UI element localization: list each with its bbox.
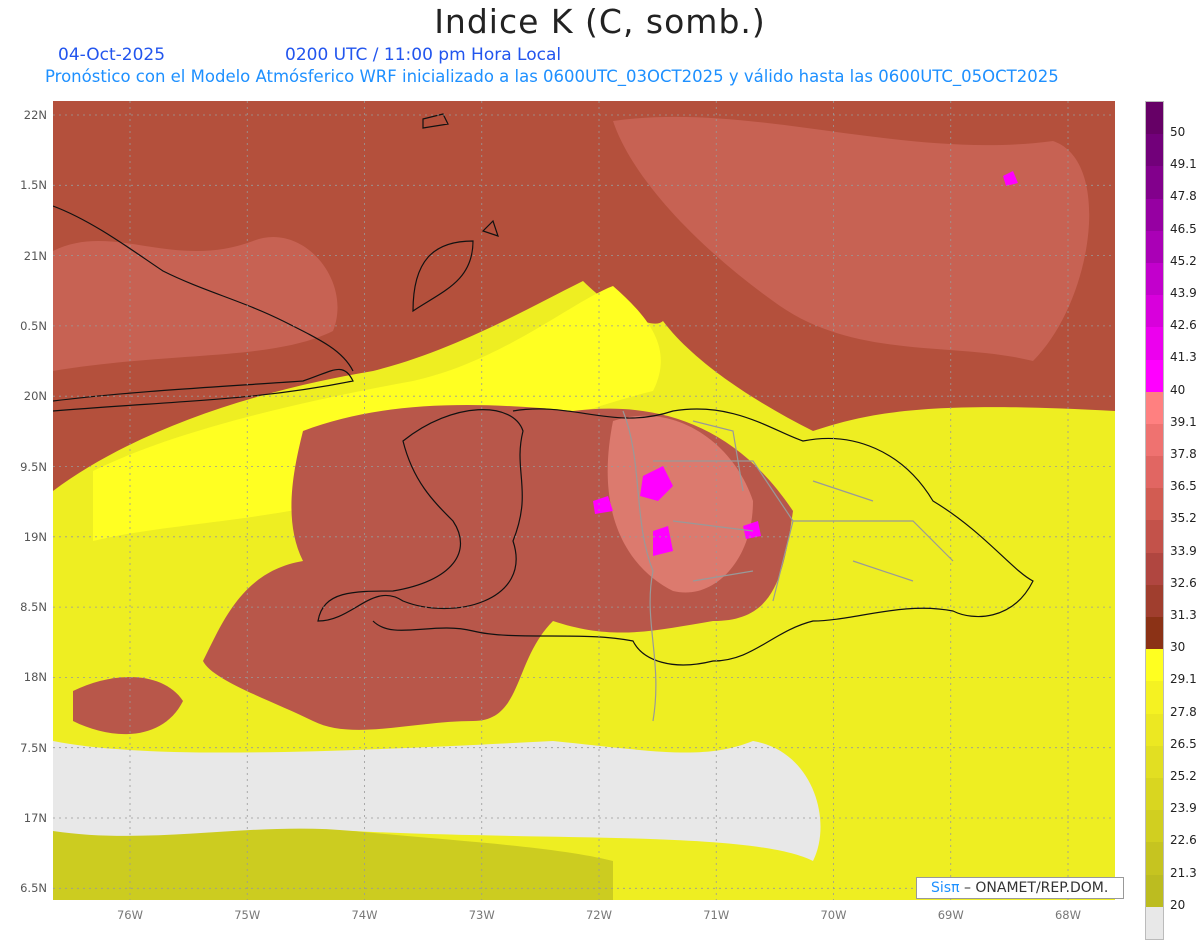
colorbar-bin xyxy=(1146,584,1163,617)
colorbar-bin xyxy=(1146,777,1163,811)
lat-tick-label: 21N xyxy=(23,248,47,263)
lat-tick-label: 20N xyxy=(23,389,47,404)
lat-tick-label: 1.5N xyxy=(20,178,47,193)
lon-tick-label: 71W xyxy=(703,908,730,922)
lon-tick-label: 76W xyxy=(116,908,143,922)
colorbar-label: 31.3 xyxy=(1170,608,1197,622)
colorbar-label: 39.1 xyxy=(1170,414,1197,429)
colorbar-label: 42.6 xyxy=(1170,318,1197,333)
colorbar-label: 27.8 xyxy=(1170,704,1197,719)
colorbar-label: 37.8 xyxy=(1170,447,1197,461)
colorbar-label: 43.9 xyxy=(1170,286,1197,300)
colorbar-bin xyxy=(1146,295,1163,328)
colorbar-label: 41.3 xyxy=(1170,350,1197,365)
colorbar-bin xyxy=(1146,327,1163,360)
lat-tick-label: 22N xyxy=(23,108,47,122)
colorbar-label: 35.2 xyxy=(1170,511,1197,526)
colorbar-bin xyxy=(1146,617,1163,650)
lon-tick-label: 68W xyxy=(1054,908,1081,922)
lon-tick-label: 73W xyxy=(468,908,495,922)
colorbar-bin xyxy=(1146,391,1163,424)
lat-tick-label: 19N xyxy=(23,529,47,544)
colorbar-bin xyxy=(1146,520,1163,553)
colorbar-bin xyxy=(1146,842,1163,875)
lon-tick-label: 70W xyxy=(820,908,847,922)
colorbar-label: 21.3 xyxy=(1170,865,1197,880)
lon-tick-label: 72W xyxy=(585,908,612,922)
forecast-time: 0200 UTC / 11:00 pm Hora Local xyxy=(285,45,562,65)
lat-tick-label: 17N xyxy=(23,811,47,825)
lat-tick-label: 7.5N xyxy=(20,740,47,755)
colorbar-bin xyxy=(1146,713,1163,746)
lat-tick-label: 8.5N xyxy=(20,600,47,615)
lat-tick-label: 6.5N xyxy=(20,881,47,896)
colorbar-label: 45.2 xyxy=(1170,253,1197,268)
colorbar-bin xyxy=(1146,166,1163,199)
colorbar-label: 20 xyxy=(1170,897,1186,912)
map-title: Indice K (C, somb.) xyxy=(434,2,766,41)
colorbar-bin xyxy=(1146,262,1163,296)
colorbar-label: 30 xyxy=(1170,640,1186,655)
colorbar-bin xyxy=(1146,681,1163,714)
colorbar-label: 36.5 xyxy=(1170,479,1197,494)
lat-tick-label: 18N xyxy=(23,670,47,685)
k-index-map xyxy=(53,101,1115,900)
colorbar-label: 47.8 xyxy=(1170,189,1197,204)
credit-box: Sisπ – ONAMET/REP.DOM. xyxy=(916,877,1124,899)
colorbar-bin xyxy=(1146,649,1163,682)
lon-tick-label: 75W xyxy=(234,908,261,922)
colorbar-bin xyxy=(1146,230,1163,263)
colorbar-bin xyxy=(1146,198,1163,231)
lon-tick-label: 74W xyxy=(351,908,378,922)
colorbar-label: 49.1 xyxy=(1170,157,1197,172)
colorbar-bin xyxy=(1146,906,1163,939)
colorbar-label: 32.6 xyxy=(1170,575,1197,590)
colorbar-bin xyxy=(1146,810,1163,843)
credit-brand: Sisπ xyxy=(931,880,960,896)
colorbar xyxy=(1145,101,1164,940)
lon-tick-label: 69W xyxy=(937,908,964,922)
forecast-date: 04-Oct-2025 xyxy=(58,45,166,65)
lat-tick-label: 0.5N xyxy=(20,318,47,333)
lat-tick-label: 9.5N xyxy=(20,459,47,474)
colorbar-bin xyxy=(1146,488,1163,521)
colorbar-bin xyxy=(1146,456,1163,489)
colorbar-bin xyxy=(1146,552,1163,585)
colorbar-label: 26.5 xyxy=(1170,736,1197,751)
colorbar-label: 23.9 xyxy=(1170,801,1197,816)
colorbar-bin xyxy=(1146,423,1163,457)
colorbar-bin xyxy=(1146,102,1163,135)
colorbar-bin xyxy=(1146,134,1163,167)
colorbar-bin xyxy=(1146,874,1163,907)
colorbar-bin xyxy=(1146,745,1163,778)
colorbar-label: 22.6 xyxy=(1170,833,1197,848)
colorbar-bin xyxy=(1146,359,1163,392)
colorbar-label: 29.1 xyxy=(1170,672,1197,687)
colorbar-label: 40 xyxy=(1170,382,1186,397)
forecast-subtitle: Pronóstico con el Modelo Atmósferico WRF… xyxy=(45,67,1059,86)
credit-text: – ONAMET/REP.DOM. xyxy=(963,880,1109,896)
colorbar-label: 50 xyxy=(1170,125,1186,139)
colorbar-label: 46.5 xyxy=(1170,221,1197,236)
colorbar-label: 25.2 xyxy=(1170,769,1197,783)
colorbar-label: 33.9 xyxy=(1170,543,1197,558)
